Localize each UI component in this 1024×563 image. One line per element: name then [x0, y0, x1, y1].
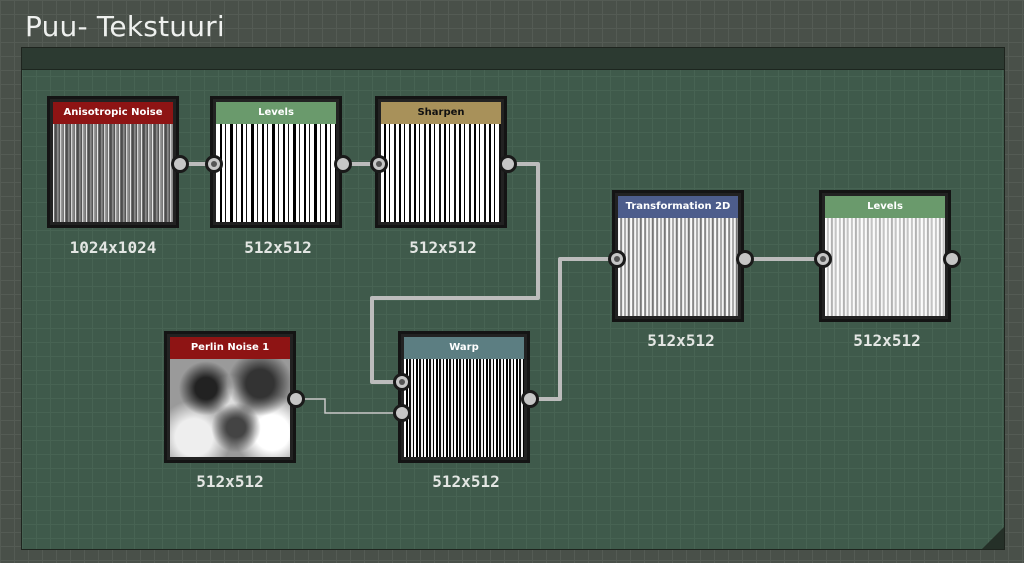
input-port[interactable] — [393, 373, 411, 391]
node-anisotropic-noise[interactable]: Anisotropic Noise — [47, 96, 179, 228]
input-port[interactable] — [370, 155, 388, 173]
input-port[interactable] — [608, 250, 626, 268]
node-sharpen[interactable]: Sharpen — [375, 96, 507, 228]
node-thumbnail — [381, 124, 501, 222]
node-header: Warp — [404, 337, 524, 359]
node-thumbnail — [216, 124, 336, 222]
output-port[interactable] — [287, 390, 305, 408]
node-thumbnail — [53, 124, 173, 222]
output-port[interactable] — [736, 250, 754, 268]
node-transformation-2d[interactable]: Transformation 2D — [612, 190, 744, 322]
input-port[interactable] — [814, 250, 832, 268]
node-header: Perlin Noise 1 — [170, 337, 290, 359]
node-header: Transformation 2D — [618, 196, 738, 218]
node-thumbnail — [825, 218, 945, 316]
node-size-label: 512x512 — [432, 472, 500, 491]
node-size-label: 512x512 — [244, 238, 312, 257]
output-port[interactable] — [171, 155, 189, 173]
node-thumbnail — [404, 359, 524, 457]
node-size-label: 512x512 — [196, 472, 264, 491]
output-port[interactable] — [334, 155, 352, 173]
node-perlin-noise[interactable]: Perlin Noise 1 — [164, 331, 296, 463]
node-thumbnail — [170, 359, 290, 457]
output-port[interactable] — [499, 155, 517, 173]
node-header: Levels — [216, 102, 336, 124]
input-port[interactable] — [205, 155, 223, 173]
node-size-label: 512x512 — [409, 238, 477, 257]
output-port[interactable] — [943, 250, 961, 268]
node-thumbnail — [618, 218, 738, 316]
input-port[interactable] — [393, 404, 411, 422]
link-perlin-warp — [297, 398, 402, 414]
link-warp-transform — [531, 257, 617, 401]
node-header: Sharpen — [381, 102, 501, 124]
node-levels[interactable]: Levels — [210, 96, 342, 228]
node-size-label: 512x512 — [647, 331, 715, 350]
node-header: Levels — [825, 196, 945, 218]
node-levels[interactable]: Levels — [819, 190, 951, 322]
node-size-label: 512x512 — [853, 331, 921, 350]
node-warp[interactable]: Warp — [398, 331, 530, 463]
node-header: Anisotropic Noise — [53, 102, 173, 124]
output-port[interactable] — [521, 390, 539, 408]
node-size-label: 1024x1024 — [69, 238, 157, 257]
